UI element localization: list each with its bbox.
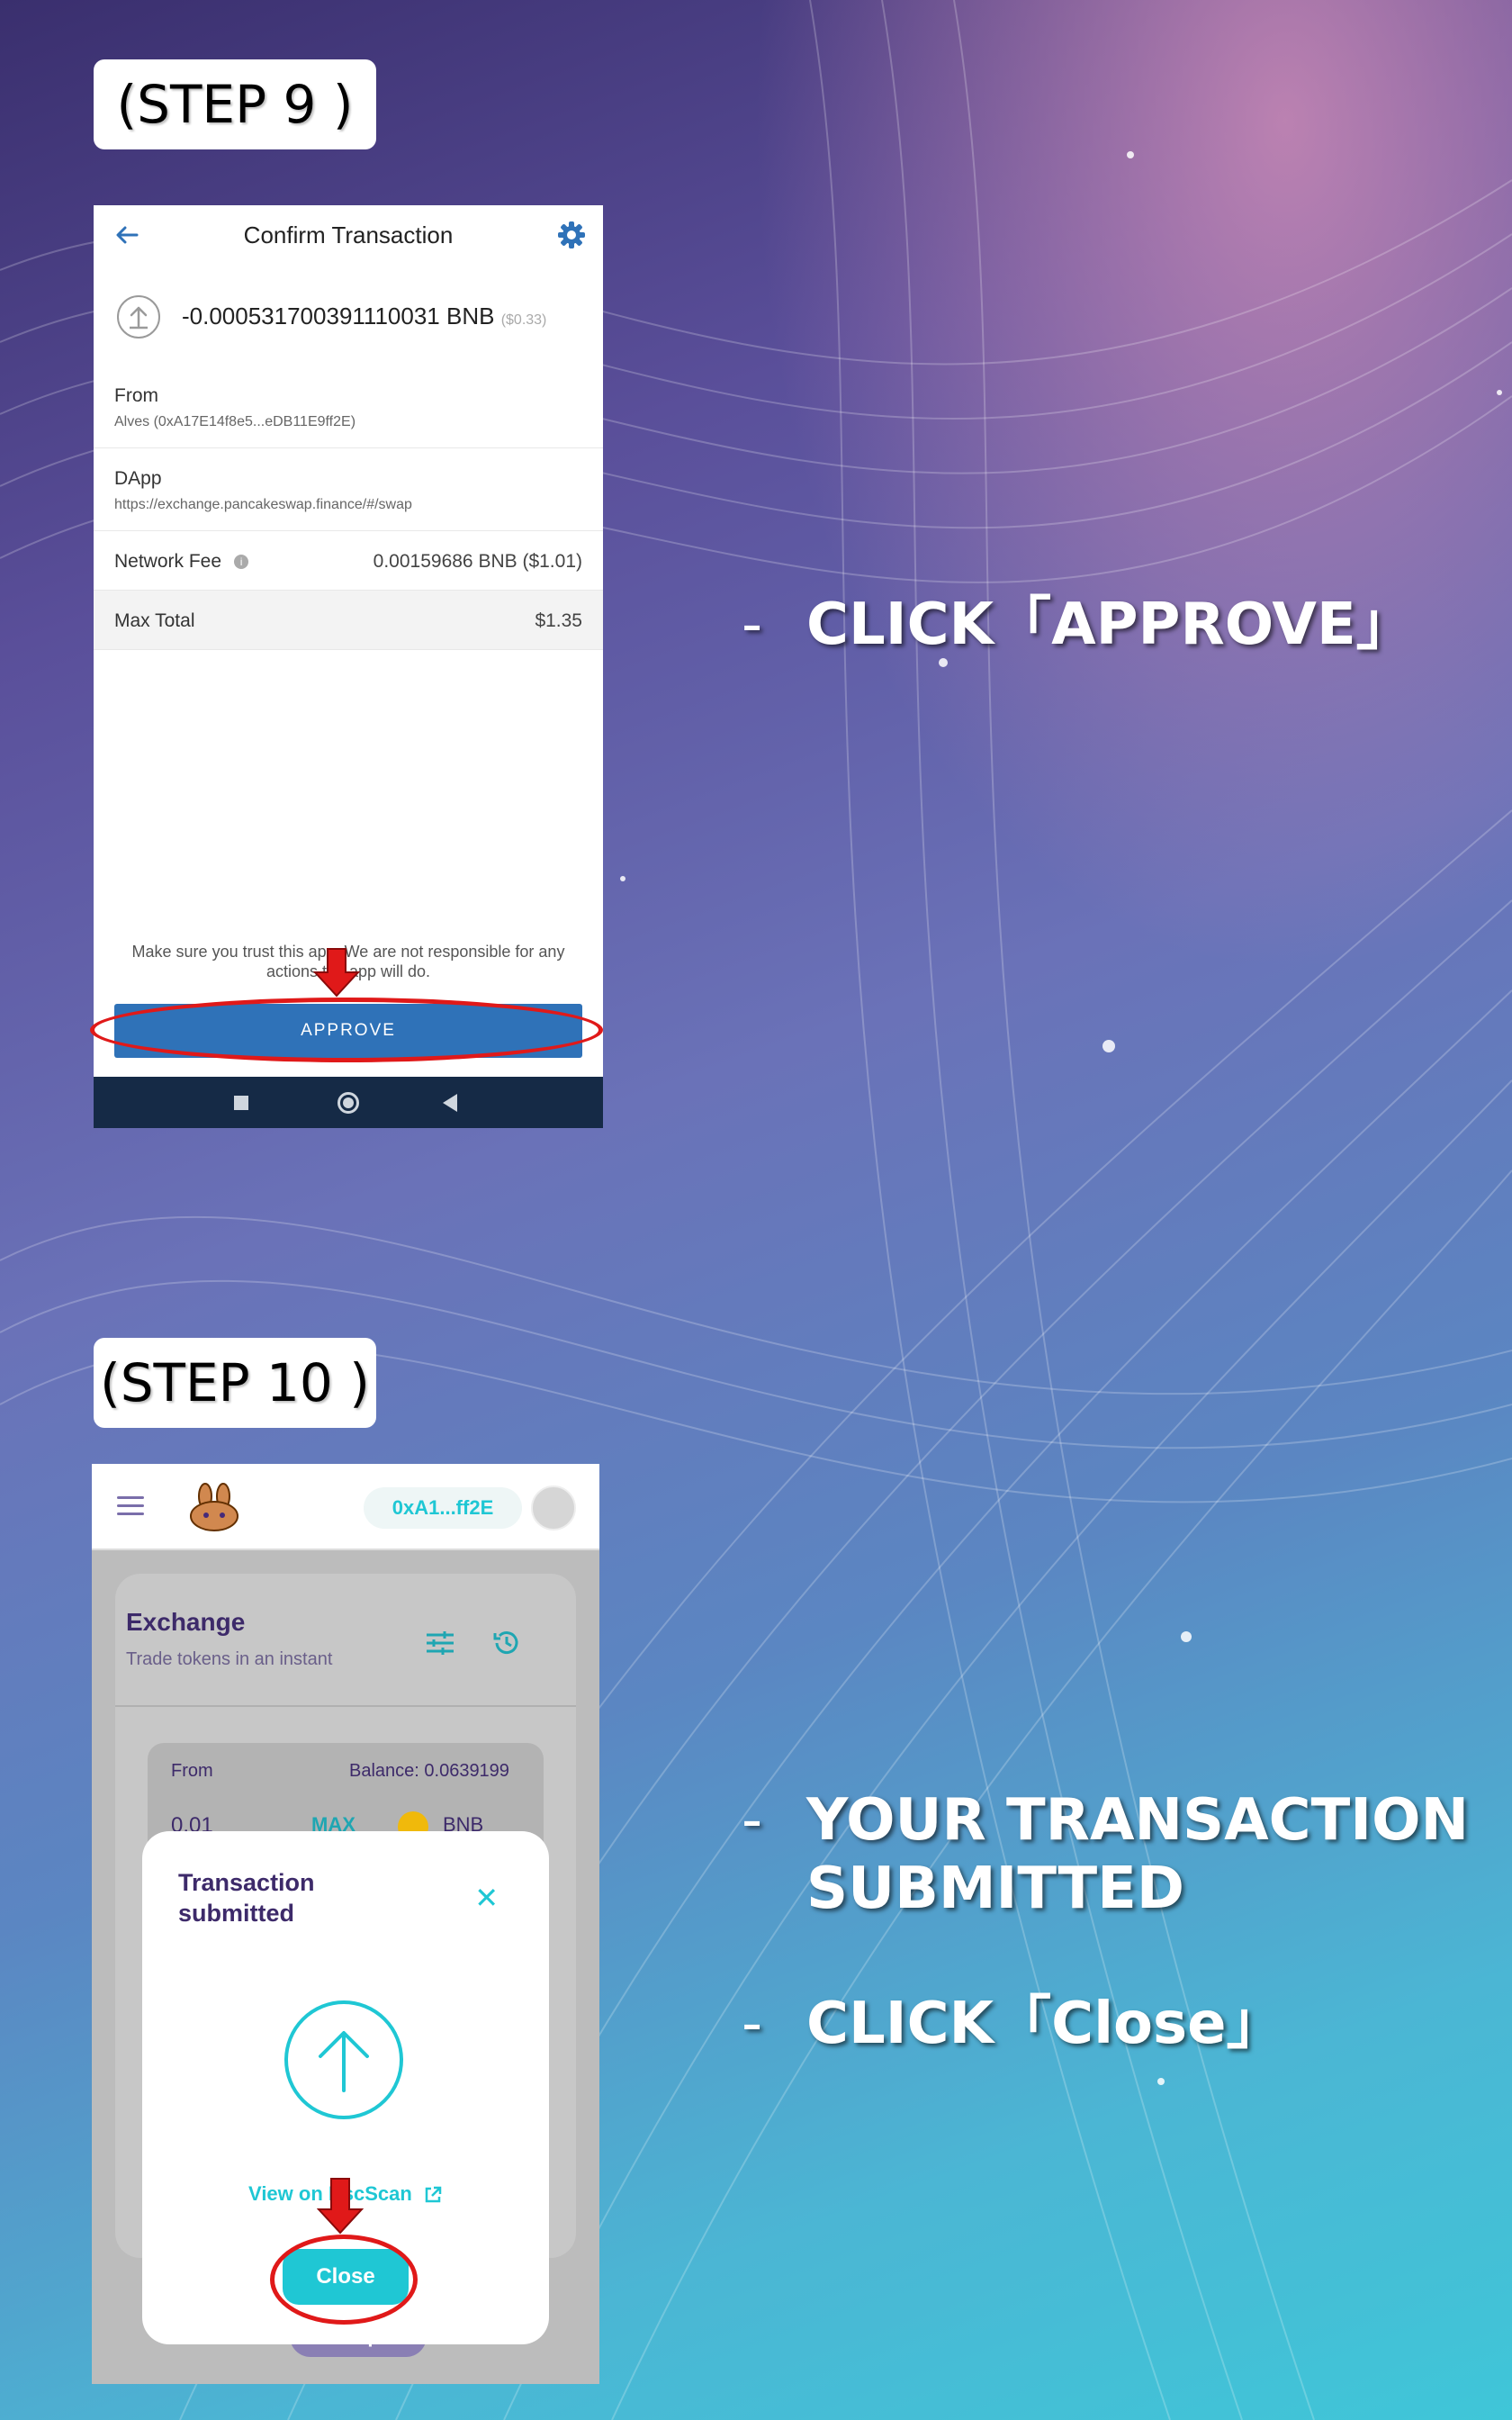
network-fee-row: Network Fee i 0.00159686 BNB ($1.01) — [94, 531, 603, 591]
step-9-label: (STEP 9 ) — [94, 59, 376, 149]
close-instruction-text: CLICK「Close」 — [806, 1991, 1284, 2057]
step-9-instruction: - CLICK「APPROVE」 — [742, 591, 1414, 659]
modal-title: Transaction submitted — [178, 1869, 315, 1927]
bullet-dash: - — [742, 591, 763, 658]
step-9-instruction-text: CLICK「APPROVE」 — [806, 591, 1414, 658]
recent-apps-icon[interactable] — [234, 1096, 248, 1110]
back-icon[interactable] — [443, 1094, 457, 1112]
avatar[interactable] — [531, 1485, 576, 1531]
from-label: From — [171, 1761, 213, 1781]
history-icon[interactable] — [491, 1628, 522, 1658]
from-row: From Alves (0xA17E14f8e5...eDB11E9ff2E) — [94, 366, 603, 448]
total-label: Max Total — [114, 610, 195, 631]
android-navbar — [94, 1077, 603, 1128]
submitted-line-1: YOUR TRANSACTION — [806, 1787, 1470, 1854]
exchange-subtitle: Trade tokens in an instant — [126, 1649, 333, 1669]
wallet-address-button[interactable]: 0xA1...ff2E — [364, 1487, 522, 1529]
dapp-row: DApp https://exchange.pancakeswap.financ… — [94, 448, 603, 531]
transaction-amount: -0.000531700391110031 BNB ($0.33) — [182, 302, 546, 330]
bullet-dash: - — [742, 1787, 763, 1854]
amount-value: -0.000531700391110031 BNB — [182, 302, 495, 330]
close-icon[interactable]: ✕ — [474, 1883, 499, 1912]
highlight-ellipse — [270, 2235, 418, 2325]
arrow-down-icon — [313, 948, 360, 998]
submitted-line-2: SUBMITTED — [806, 1856, 1184, 1922]
fee-label-text: Network Fee — [114, 551, 222, 572]
info-icon[interactable]: i — [234, 555, 249, 570]
confirm-header: Confirm Transaction — [94, 205, 603, 268]
page-title: Confirm Transaction — [243, 221, 454, 248]
gear-icon[interactable] — [556, 220, 587, 250]
settings-sliders-icon[interactable] — [425, 1630, 455, 1657]
step-10-instruction-close: - CLICK「Close」 — [742, 1990, 1284, 2058]
external-link-icon — [425, 2186, 442, 2203]
home-icon[interactable] — [338, 1092, 359, 1114]
dapp-label: DApp — [114, 468, 162, 489]
balance-text: Balance: 0.0639199 — [349, 1761, 509, 1781]
exchange-title: Exchange — [126, 1608, 246, 1636]
pancake-header: 0xA1...ff2E — [92, 1464, 599, 1550]
fee-label: Network Fee i — [114, 551, 249, 573]
amount-fiat: ($0.33) — [500, 312, 547, 328]
pancake-bunny-logo-icon[interactable] — [187, 1482, 241, 1532]
max-total-row: Max Total $1.35 — [94, 591, 603, 650]
highlight-ellipse — [90, 998, 603, 1062]
from-value: Alves (0xA17E14f8e5...eDB11E9ff2E) — [114, 414, 356, 429]
dapp-value: https://exchange.pancakeswap.finance/#/s… — [114, 497, 412, 512]
step-10-label: (STEP 10 ) — [94, 1338, 376, 1428]
from-label: From — [114, 385, 158, 406]
step-10-instruction-submitted: - YOUR TRANSACTION SUBMITTED — [742, 1786, 1470, 1923]
arrow-up-circle-icon — [284, 2000, 403, 2119]
total-value: $1.35 — [535, 610, 582, 631]
divider — [115, 1705, 576, 1707]
arrow-down-icon — [317, 2178, 364, 2235]
amount-row: -0.000531700391110031 BNB ($0.33) — [94, 286, 603, 349]
menu-icon[interactable] — [117, 1496, 144, 1516]
fee-value: 0.00159686 BNB ($1.01) — [373, 551, 582, 572]
send-icon — [117, 295, 160, 339]
bullet-dash: - — [742, 1991, 763, 2057]
